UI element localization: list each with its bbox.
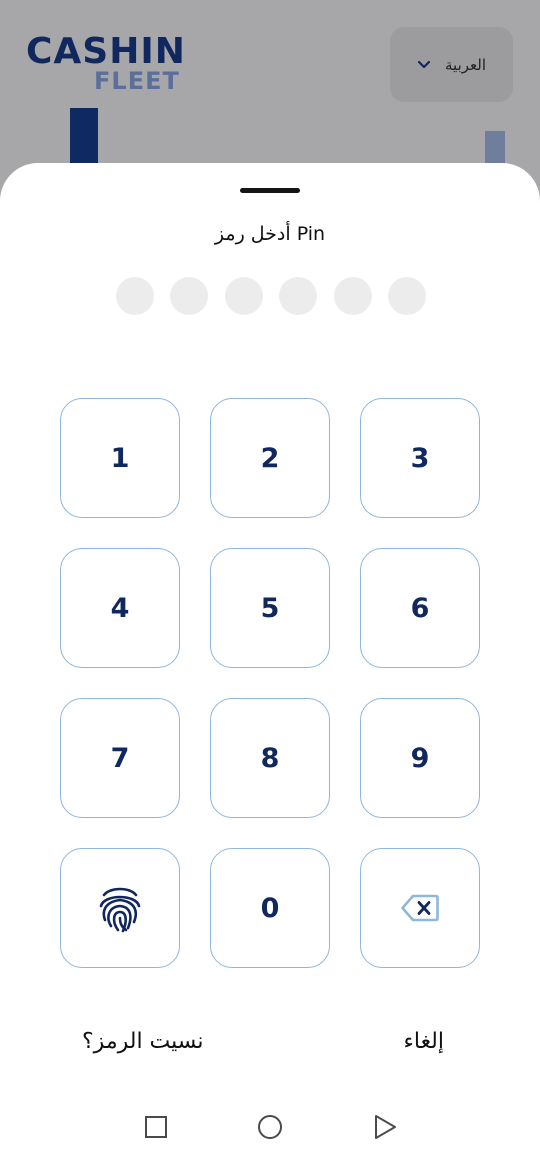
sheet-drag-handle[interactable] — [240, 188, 300, 193]
fingerprint-icon — [99, 887, 141, 933]
pin-indicator — [116, 277, 426, 315]
pin-dot — [387, 277, 426, 315]
logo-wordmark-bottom: FLEET — [94, 67, 180, 95]
key-5[interactable]: 5 — [210, 548, 330, 668]
pin-bottom-sheet: أدخل رمز Pin 1 2 3 4 5 6 7 8 9 0 نسيت ال… — [0, 163, 540, 1155]
backspace-button[interactable] — [360, 848, 480, 968]
circle-icon[interactable] — [255, 1112, 285, 1142]
key-4[interactable]: 4 — [60, 548, 180, 668]
cancel-button[interactable]: إلغاء — [404, 1029, 444, 1054]
logo-wordmark-top: CASHIN — [26, 31, 186, 72]
pin-title: أدخل رمز Pin — [214, 223, 326, 245]
system-navigation-bar — [0, 1100, 540, 1155]
language-label: العربية — [445, 55, 486, 74]
square-icon[interactable] — [141, 1112, 171, 1142]
key-6[interactable]: 6 — [360, 548, 480, 668]
key-3[interactable]: 3 — [360, 398, 480, 518]
pin-dot — [170, 277, 209, 315]
pin-dot — [279, 277, 318, 315]
pin-dot — [333, 277, 372, 315]
backspace-icon — [401, 894, 439, 922]
decorative-bar — [70, 108, 98, 168]
key-0[interactable]: 0 — [210, 848, 330, 968]
cashin-fleet-logo: CASHIN FLEET — [26, 34, 186, 96]
key-1[interactable]: 1 — [60, 398, 180, 518]
key-8[interactable]: 8 — [210, 698, 330, 818]
pin-dot — [224, 277, 263, 315]
forgot-pin-link[interactable]: نسيت الرمز؟ — [82, 1029, 204, 1054]
language-selector[interactable]: العربية — [390, 27, 513, 102]
chevron-down-icon — [417, 60, 431, 68]
numeric-keypad: 1 2 3 4 5 6 7 8 9 0 — [60, 398, 480, 968]
pin-dot — [116, 277, 154, 315]
key-9[interactable]: 9 — [360, 698, 480, 818]
key-2[interactable]: 2 — [210, 398, 330, 518]
key-7[interactable]: 7 — [60, 698, 180, 818]
fingerprint-button[interactable] — [60, 848, 180, 968]
triangle-back-icon[interactable] — [370, 1112, 400, 1142]
